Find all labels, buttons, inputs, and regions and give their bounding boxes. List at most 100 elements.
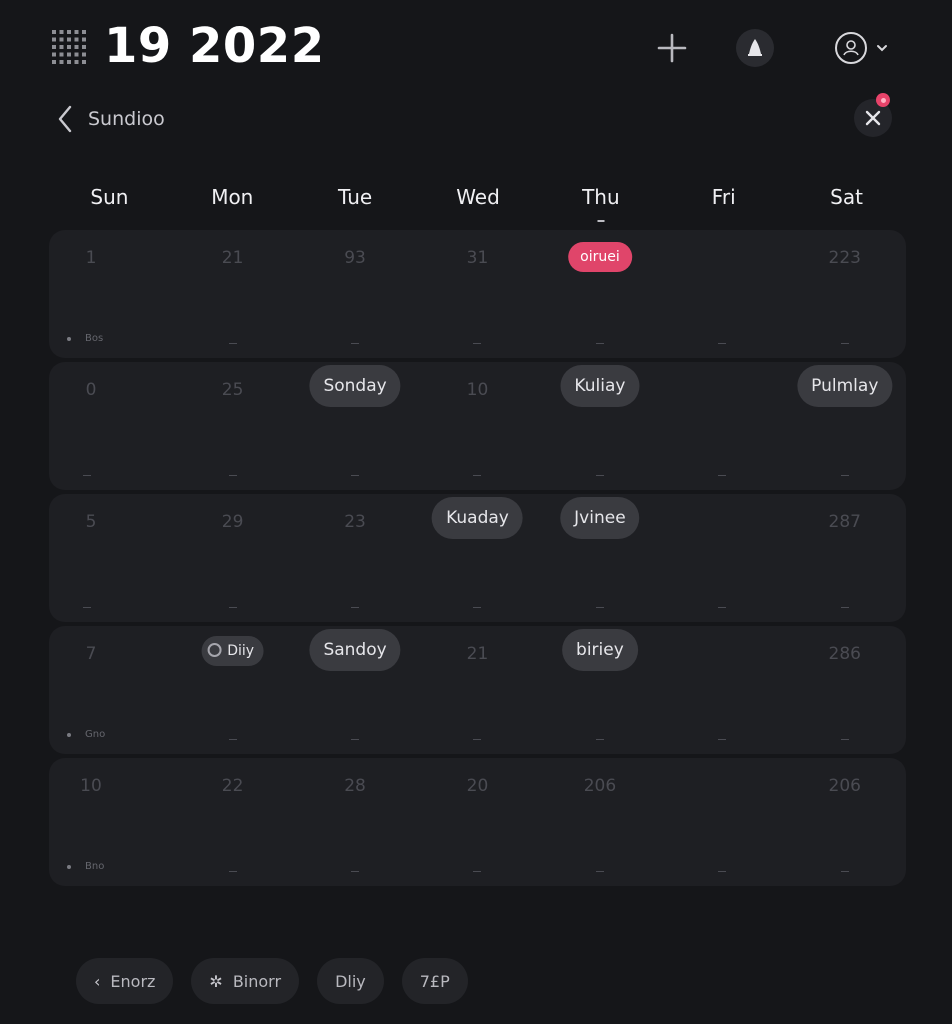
day-cell[interactable]: 206 <box>539 758 661 886</box>
day-cell[interactable]: 10 <box>416 362 538 490</box>
day-cell[interactable]: 5 <box>49 494 171 622</box>
day-cell[interactable]: Sonday <box>294 362 416 490</box>
toolbar-chip[interactable]: ✲ Binorr <box>191 958 300 1004</box>
day-cell[interactable]: 223 <box>784 230 906 358</box>
day-cell[interactable]: 23 <box>294 494 416 622</box>
event-pill[interactable]: Pulmlay <box>797 365 893 407</box>
day-tick <box>228 739 237 740</box>
event-pill[interactable]: Sandoy <box>309 629 401 671</box>
day-cell[interactable]: 286 <box>784 626 906 754</box>
event-pill[interactable]: Diiy <box>201 636 265 666</box>
day-cell[interactable]: Kuliay <box>539 362 661 490</box>
day-cell[interactable] <box>661 230 783 358</box>
day-cell[interactable]: 93 <box>294 230 416 358</box>
day-tick <box>718 343 727 344</box>
day-number: 23 <box>344 512 366 532</box>
day-cell[interactable]: 20 <box>416 758 538 886</box>
day-cell[interactable]: Jvinee <box>539 494 661 622</box>
day-cell[interactable]: 25 <box>171 362 293 490</box>
day-cell[interactable]: 22 <box>171 758 293 886</box>
day-tick <box>351 739 360 740</box>
week-row: 1 21 93 31 oiruei 223 Bos <box>49 230 906 358</box>
toolbar-chip-label: 7£P <box>419 971 450 991</box>
week-note: Bno <box>67 861 104 872</box>
day-number: 25 <box>221 380 244 400</box>
grid-icon[interactable] <box>52 30 86 64</box>
day-tick <box>840 475 849 476</box>
filter-button[interactable] <box>854 93 892 137</box>
day-tick <box>840 607 849 608</box>
event-pill[interactable]: Jvinee <box>560 497 640 539</box>
weekday-tue: Tue <box>338 185 373 209</box>
week-note: Gno <box>67 729 105 740</box>
day-cell[interactable] <box>661 626 783 754</box>
day-number: 21 <box>221 248 244 268</box>
day-cell[interactable]: biriey <box>539 626 661 754</box>
week-row: 5 29 23 Kuaday Jvinee 287 <box>49 494 906 622</box>
day-tick <box>718 607 727 608</box>
notifications-button[interactable] <box>736 29 774 67</box>
profile-button[interactable] <box>830 28 894 68</box>
day-tick <box>83 607 91 608</box>
week-note-text: Bos <box>85 333 104 344</box>
weekday-thu: Thu <box>539 172 662 224</box>
day-cell[interactable] <box>661 758 783 886</box>
day-number: 28 <box>344 776 366 796</box>
event-label: oiruei <box>580 249 620 265</box>
day-cell[interactable] <box>661 494 783 622</box>
week-note-text: Bno <box>85 861 105 872</box>
event-label: Diiy <box>227 643 255 659</box>
day-number: 287 <box>828 512 862 532</box>
day-cell[interactable]: 29 <box>171 494 293 622</box>
back-button[interactable]: Sundioo <box>56 100 165 138</box>
week-row: 10 22 28 20 206 206 Bno <box>49 758 906 886</box>
add-event-button[interactable] <box>652 28 692 68</box>
toolbar-chip[interactable]: ‹ Enorz <box>76 958 174 1004</box>
day-number: 31 <box>466 248 489 268</box>
day-cell[interactable]: Pulmlay <box>784 362 906 490</box>
day-tick <box>473 343 482 344</box>
event-pill[interactable]: Kuaday <box>432 497 523 539</box>
day-number: 1 <box>85 248 97 268</box>
day-cell[interactable]: 206 <box>784 758 906 886</box>
bullet-icon <box>67 864 71 869</box>
day-cell[interactable]: Kuaday <box>416 494 538 622</box>
day-cell[interactable]: 0 <box>49 362 171 490</box>
event-pill[interactable]: Sonday <box>309 365 401 407</box>
day-cell[interactable]: oiruei <box>539 230 661 358</box>
day-cell[interactable]: 21 <box>416 626 538 754</box>
day-tick <box>718 739 727 740</box>
event-pill[interactable]: Kuliay <box>560 365 640 407</box>
chevron-left-icon <box>58 105 72 133</box>
day-tick <box>228 607 237 608</box>
day-number: 93 <box>344 248 366 268</box>
day-number: 20 <box>466 776 489 796</box>
day-cell[interactable]: 28 <box>294 758 416 886</box>
day-tick <box>595 475 604 476</box>
toolbar-chip[interactable]: Dliy <box>317 958 384 1004</box>
notification-badge <box>876 93 890 107</box>
toolbar-chip[interactable]: 7£P <box>401 958 468 1004</box>
day-cell[interactable]: Sandoy <box>294 626 416 754</box>
avatar-icon <box>835 32 867 64</box>
day-tick <box>473 739 482 740</box>
day-cell[interactable]: 21 <box>171 230 293 358</box>
event-pill[interactable]: oiruei <box>568 242 632 272</box>
calendar-app: 19 2022 Sundioo Sun Mon Tue Wed Thu Fri … <box>0 0 952 1024</box>
day-tick <box>718 871 727 872</box>
event-label: Jvinee <box>574 508 626 528</box>
day-tick <box>228 475 237 476</box>
event-pill[interactable]: biriey <box>562 629 638 671</box>
day-tick <box>718 475 727 476</box>
day-cell[interactable]: Diiy <box>171 626 293 754</box>
day-cell[interactable] <box>661 362 783 490</box>
page-title: 19 2022 <box>104 18 325 74</box>
plus-icon <box>657 33 687 63</box>
day-number: 10 <box>466 380 489 400</box>
day-number: 5 <box>85 512 97 532</box>
day-cell[interactable]: 31 <box>416 230 538 358</box>
day-number: 206 <box>828 776 862 796</box>
day-cell[interactable]: 287 <box>784 494 906 622</box>
event-label: Sonday <box>323 376 387 396</box>
weekday-sat: Sat <box>830 185 863 209</box>
